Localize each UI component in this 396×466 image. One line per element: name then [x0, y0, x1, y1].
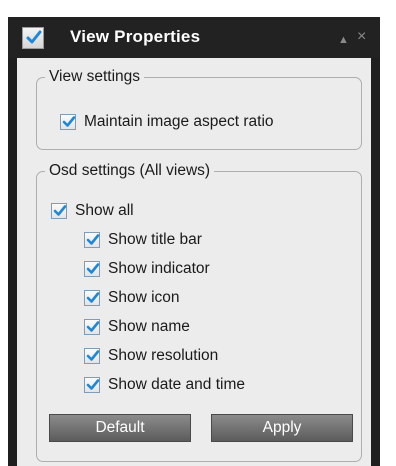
maintain-aspect-ratio-checkbox[interactable]: Maintain image aspect ratio — [60, 112, 274, 132]
checkbox-label: Show title bar — [108, 231, 202, 248]
show-date-and-time-checkbox[interactable]: Show date and time — [84, 375, 245, 395]
checkbox-checked-icon[interactable] — [51, 203, 67, 219]
checkbox-label: Show name — [108, 318, 190, 335]
checkbox-label: Maintain image aspect ratio — [84, 113, 274, 130]
checkbox-checked-icon[interactable] — [84, 290, 100, 306]
show-name-checkbox[interactable]: Show name — [84, 317, 190, 337]
view-settings-group: View settings — [36, 68, 362, 150]
checkbox-label: Show all — [75, 202, 134, 219]
title-bar[interactable]: View Properties ▲ × — [8, 17, 380, 58]
checkbox-checked-icon[interactable] — [84, 319, 100, 335]
checkbox-label: Show date and time — [108, 376, 246, 393]
view-properties-window: View Properties ▲ × View settings Mainta… — [8, 17, 380, 466]
default-button[interactable]: Default — [49, 414, 191, 442]
show-title-bar-checkbox[interactable]: Show title bar — [84, 230, 202, 250]
checkbox-checked-icon[interactable] — [84, 377, 100, 393]
checkbox-label: Show indicator — [108, 260, 210, 277]
properties-panel: View settings Maintain image aspect rati… — [17, 58, 371, 466]
checkbox-app-icon — [22, 27, 44, 49]
checkbox-checked-icon[interactable] — [84, 348, 100, 364]
show-all-checkbox[interactable]: Show all — [51, 201, 134, 221]
collapse-icon[interactable]: ▲ — [338, 31, 349, 49]
close-icon[interactable]: × — [357, 28, 366, 46]
apply-button[interactable]: Apply — [211, 414, 353, 442]
show-indicator-checkbox[interactable]: Show indicator — [84, 259, 210, 279]
window-title: View Properties — [70, 27, 201, 46]
checkbox-label: Show icon — [108, 289, 180, 306]
osd-settings-legend: Osd settings (All views) — [49, 162, 211, 179]
checkbox-checked-icon[interactable] — [84, 232, 100, 248]
show-resolution-checkbox[interactable]: Show resolution — [84, 346, 218, 366]
show-icon-checkbox[interactable]: Show icon — [84, 288, 180, 308]
checkbox-checked-icon[interactable] — [84, 261, 100, 277]
checkbox-label: Show resolution — [108, 347, 219, 364]
checkbox-checked-icon[interactable] — [60, 114, 76, 130]
view-settings-legend: View settings — [49, 68, 141, 85]
